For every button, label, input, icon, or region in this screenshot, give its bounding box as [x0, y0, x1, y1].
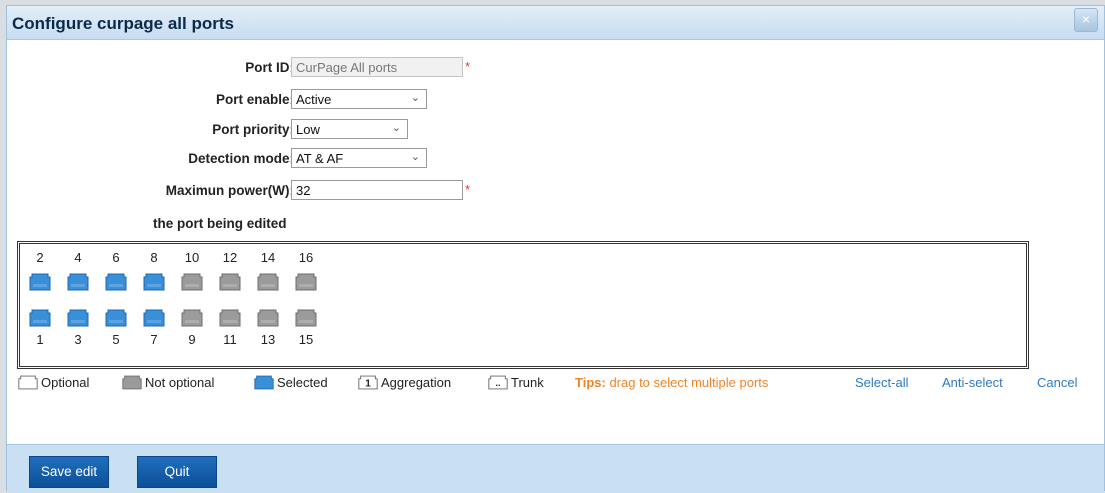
port-not-optional-icon: [122, 375, 142, 390]
port-enable-value: Active: [296, 92, 332, 107]
max-power-input[interactable]: [291, 180, 463, 200]
port-optional-icon: [18, 375, 38, 390]
ethernet-port-icon: [143, 273, 165, 291]
trunk-badge: ..: [495, 378, 500, 388]
legend-optional-label: Optional: [41, 375, 90, 390]
port-4[interactable]: [66, 272, 90, 292]
port-number-label: 7: [150, 332, 158, 347]
quit-button[interactable]: Quit: [137, 456, 217, 488]
select-all-link[interactable]: Select-all: [855, 375, 908, 390]
port-number-label: 11: [223, 332, 237, 347]
port-number-label: 6: [112, 250, 120, 265]
ethernet-port-icon: [219, 273, 241, 291]
ethernet-port-icon: [219, 309, 241, 327]
port-number-label: 14: [260, 250, 276, 265]
ethernet-port-icon: [181, 309, 203, 327]
detection-mode-label: Detection mode:: [188, 151, 294, 166]
anti-select-link[interactable]: Anti-select: [942, 375, 1003, 390]
port-9[interactable]: [180, 308, 204, 328]
ethernet-port-icon: [143, 309, 165, 327]
port-13[interactable]: [256, 308, 280, 328]
port-15[interactable]: [294, 308, 318, 328]
ethernet-port-icon: [105, 273, 127, 291]
ethernet-port-icon: [105, 309, 127, 327]
aggregation-badge: 1: [365, 379, 371, 390]
port-id-required-mark: *: [465, 59, 471, 74]
port-5[interactable]: [104, 308, 128, 328]
ethernet-port-icon: [181, 273, 203, 291]
port-trunk-icon: ..: [488, 375, 508, 390]
max-power-label: Maximun power(W):: [165, 183, 294, 198]
port-number-label: 16: [298, 250, 314, 265]
ethernet-port-icon: [295, 309, 317, 327]
configure-ports-dialog: Configure curpage all ports × Port ID: C…: [6, 5, 1105, 493]
port-number-label: 2: [36, 250, 44, 265]
port-id-field: CurPage All ports: [291, 57, 463, 77]
port-10[interactable]: [180, 272, 204, 292]
port-2[interactable]: [28, 272, 52, 292]
port-aggregation-icon: 1: [358, 375, 378, 390]
ethernet-port-icon: [257, 309, 279, 327]
legend-selected-label: Selected: [277, 375, 328, 390]
detection-mode-value: AT & AF: [296, 151, 344, 166]
legend-trunk-label: Trunk: [511, 375, 544, 390]
ethernet-port-icon: [29, 309, 51, 327]
port-number-label: 15: [298, 332, 314, 347]
port-selected-icon: [254, 375, 274, 390]
port-number-label: 5: [112, 332, 120, 347]
chevron-down-icon: ⌄: [391, 122, 401, 134]
legend-not-optional-label: Not optional: [145, 375, 215, 390]
save-edit-button[interactable]: Save edit: [29, 456, 109, 488]
port-3[interactable]: [66, 308, 90, 328]
port-1[interactable]: [28, 308, 52, 328]
port-number-label: 4: [74, 250, 82, 265]
port-number-label: 9: [188, 332, 196, 347]
ports-section-label: the port being edited: [153, 216, 287, 231]
port-id-label: Port ID:: [245, 60, 294, 75]
port-12[interactable]: [218, 272, 242, 292]
port-7[interactable]: [142, 308, 166, 328]
close-icon[interactable]: ×: [1074, 8, 1098, 32]
port-enable-label: Port enable:: [215, 92, 294, 107]
max-power-required-mark: *: [465, 182, 471, 197]
dialog-title: Configure curpage all ports: [12, 14, 234, 33]
port-16[interactable]: [294, 272, 318, 292]
port-number-label: 10: [184, 250, 200, 265]
port-panel: 2 4 6 8 10 12 14 16 1 3 5 7 9 11 13 15: [17, 241, 1029, 369]
tips-prefix: Tips:: [575, 375, 606, 390]
port-8[interactable]: [142, 272, 166, 292]
chevron-down-icon: ⌄: [410, 151, 420, 163]
port-number-label: 12: [222, 250, 238, 265]
port-6[interactable]: [104, 272, 128, 292]
ethernet-port-icon: [67, 309, 89, 327]
cancel-link[interactable]: Cancel: [1037, 375, 1077, 390]
detection-mode-select[interactable]: AT & AF ⌄: [291, 148, 427, 168]
ethernet-port-icon: [295, 273, 317, 291]
tips-text: Tips: drag to select multiple ports: [575, 375, 768, 390]
chevron-down-icon: ⌄: [410, 92, 420, 104]
port-priority-label: Port priority:: [212, 122, 294, 137]
dialog-titlebar: Configure curpage all ports ×: [7, 6, 1104, 40]
legend-aggregation-label: Aggregation: [381, 375, 452, 390]
port-number-label: 3: [74, 332, 82, 347]
port-priority-value: Low: [296, 122, 320, 137]
dialog-footer: Save edit Quit: [7, 444, 1104, 493]
port-enable-select[interactable]: Active ⌄: [291, 89, 427, 109]
port-11[interactable]: [218, 308, 242, 328]
port-number-label: 8: [150, 250, 158, 265]
ethernet-port-icon: [257, 273, 279, 291]
tips-body: drag to select multiple ports: [605, 375, 769, 390]
port-number-label: 13: [260, 332, 276, 347]
port-14[interactable]: [256, 272, 280, 292]
port-number-label: 1: [36, 332, 44, 347]
ethernet-port-icon: [29, 273, 51, 291]
port-priority-select[interactable]: Low ⌄: [291, 119, 408, 139]
ethernet-port-icon: [67, 273, 89, 291]
